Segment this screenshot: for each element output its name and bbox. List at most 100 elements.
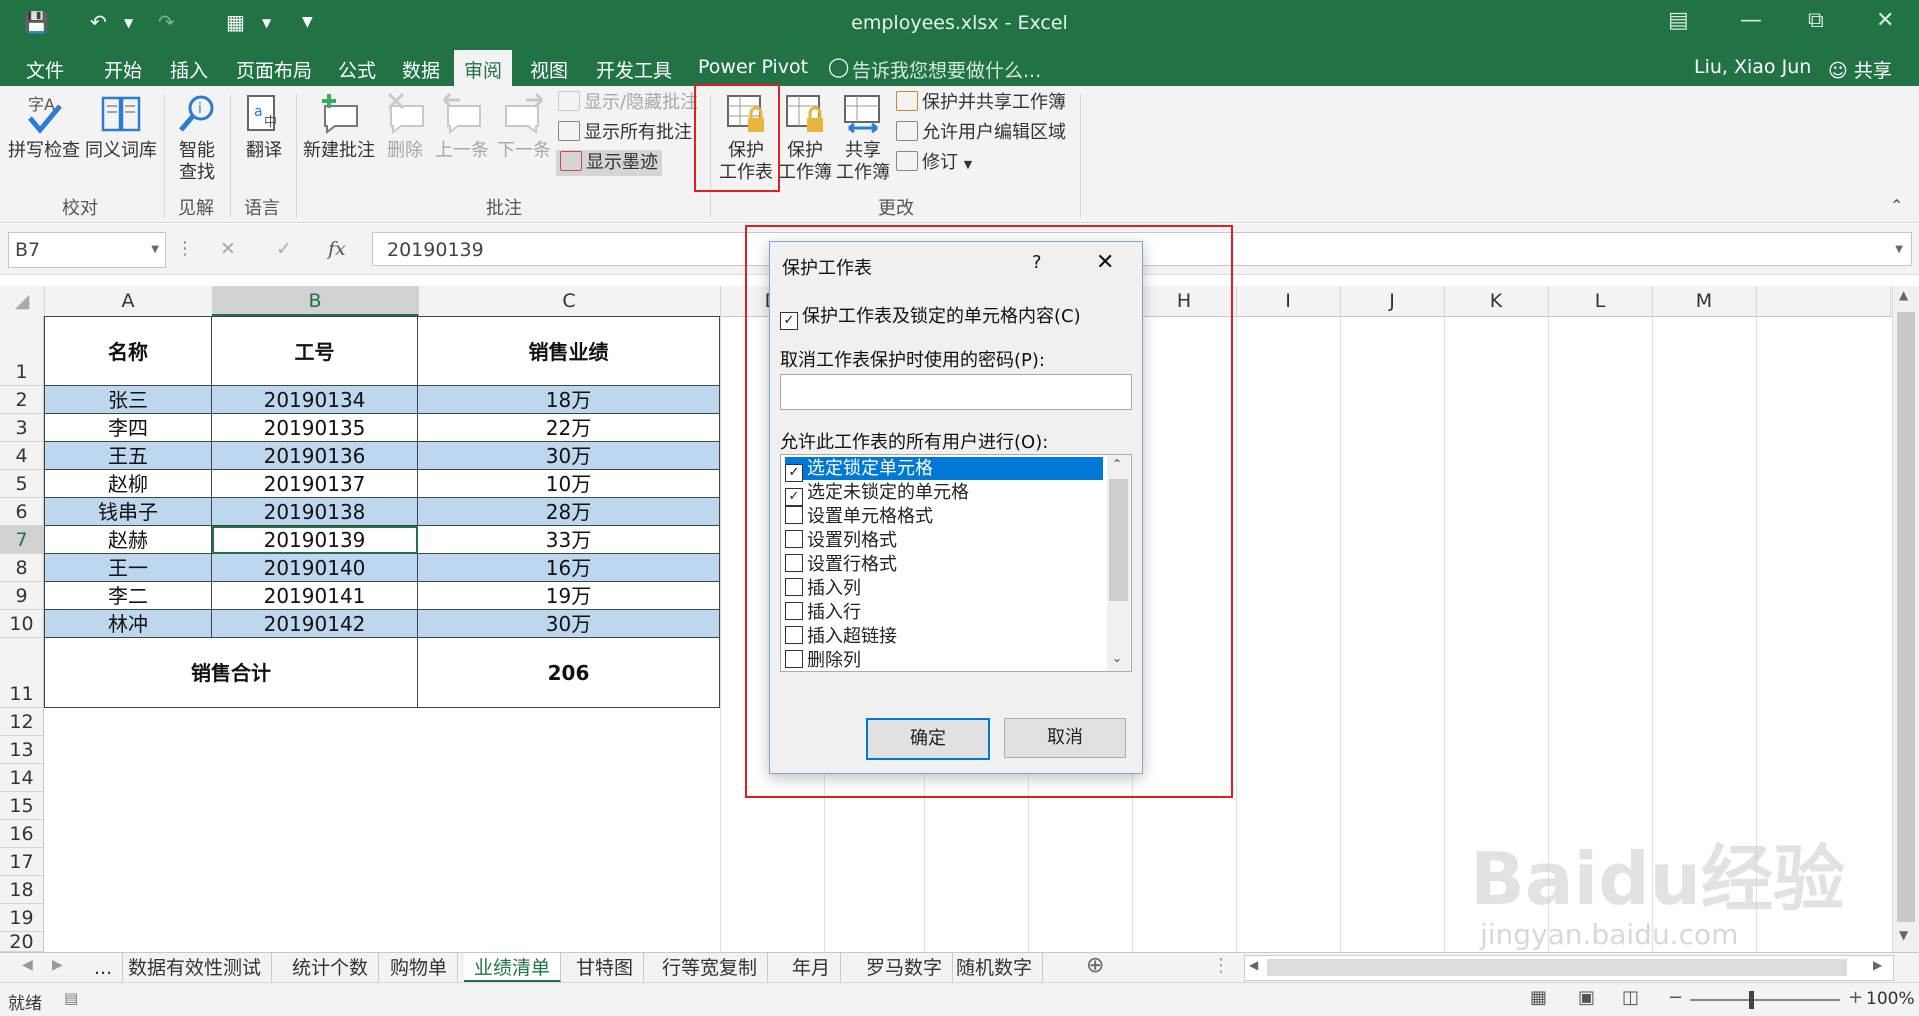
user-name[interactable]: Liu, Xiao Jun [1686,54,1819,80]
table-cell[interactable]: 16万 [418,554,720,582]
table-cell[interactable]: 赵赫 [44,526,212,554]
macro-record-icon[interactable]: ▤ [64,989,78,1007]
smart-lookup-button[interactable]: i 智能 查找 [170,92,224,184]
scroll-right-icon[interactable]: ▶ [1873,958,1882,972]
sheet-tab[interactable]: 统计个数 [282,953,380,983]
table-cell[interactable]: 钱串子 [44,498,212,526]
show-ink-button[interactable]: 显示墨迹 [556,150,662,176]
zoom-slider[interactable] [1690,999,1840,1001]
table-cell[interactable]: 赵柳 [44,470,212,498]
column-header[interactable]: A [44,286,213,316]
checkbox-icon[interactable] [785,602,803,620]
permission-option[interactable]: 插入超链接 [785,625,1103,648]
tab-power-pivot[interactable]: Power Pivot [690,54,816,80]
tab-formulas[interactable]: 公式 [330,54,384,85]
column-header[interactable]: K [1444,286,1549,316]
row-header[interactable]: 7 [0,526,44,554]
scroll-down-icon[interactable]: ▼ [1899,928,1908,942]
permission-option[interactable]: 设置列格式 [785,529,1103,552]
table-cell[interactable]: 张三 [44,386,212,414]
sheet-tab[interactable]: 甘特图 [566,953,645,983]
tab-file[interactable]: 文件 [18,54,72,85]
permission-option[interactable]: ✓ 选定锁定单元格 [785,457,1103,482]
checkbox-checked-icon[interactable]: ✓ [785,464,803,482]
scroll-left-icon[interactable]: ◀ [1249,958,1258,972]
vertical-scrollbar[interactable]: ▲ ▼ [1892,286,1919,952]
zoom-out-icon[interactable]: − [1668,987,1683,1008]
password-input[interactable] [780,374,1132,410]
row-header[interactable]: 20 [0,932,44,952]
column-header[interactable]: M [1652,286,1757,316]
scroll-thumb[interactable] [1267,959,1847,976]
checkbox-icon[interactable] [785,506,803,524]
table-cell[interactable]: 22万 [418,414,720,442]
tab-review[interactable]: 审阅 [454,50,513,88]
permission-option[interactable]: 插入列 [785,577,1103,600]
sheet-tab[interactable]: 数据有效性测试 [118,953,273,983]
table-cell[interactable]: 20190135 [212,414,418,442]
table-cell[interactable]: 30万 [418,442,720,470]
row-header[interactable]: 14 [0,764,44,792]
row-header[interactable]: 12 [0,708,44,736]
permission-option[interactable]: 设置行格式 [785,553,1103,576]
tab-view[interactable]: 视图 [522,54,576,85]
row-header[interactable]: 9 [0,582,44,610]
share-workbook-button[interactable]: 共享 工作簿 [834,92,892,184]
insert-function-icon[interactable]: fx [328,232,346,266]
total-value-cell[interactable]: 206 [418,638,720,708]
sheet-tab[interactable]: 年月 [782,953,842,983]
normal-view-icon[interactable]: ▦ [1530,987,1547,1008]
row-header[interactable]: 6 [0,498,44,526]
ok-button[interactable]: 确定 [866,718,990,760]
checkbox-icon[interactable] [785,650,803,668]
table-cell[interactable]: 19万 [418,582,720,610]
sheet-tab[interactable]: 行等宽复制 [652,953,769,983]
checkbox-icon[interactable] [785,578,803,596]
zoom-in-icon[interactable]: + [1848,987,1863,1008]
scroll-thumb[interactable] [1897,312,1915,922]
column-header[interactable]: B [212,286,419,316]
help-button[interactable]: ? [1032,252,1042,273]
table-cell[interactable]: 20190142 [212,610,418,638]
add-sheet-icon[interactable]: ⊕ [1086,953,1104,978]
permission-option[interactable]: 插入行 [785,601,1103,624]
table-cell[interactable]: 20190136 [212,442,418,470]
table-cell[interactable]: 20190138 [212,498,418,526]
table-cell[interactable]: 李四 [44,414,212,442]
header-cell[interactable]: 名称 [44,316,212,386]
permission-option[interactable]: 删除列 [785,649,1103,671]
table-cell[interactable]: 10万 [418,470,720,498]
table-cell[interactable]: 20190140 [212,554,418,582]
cancel-button[interactable]: 取消 [1004,718,1126,758]
permission-option[interactable]: ✓ 选定未锁定的单元格 [785,481,1103,506]
row-header[interactable]: 10 [0,610,44,638]
sheet-tab[interactable]: 购物单 [380,953,459,983]
sheet-tab[interactable]: 业绩清单 [464,953,562,983]
checkbox-icon[interactable] [785,554,803,572]
tab-home[interactable]: 开始 [96,54,150,85]
zoom-slider-thumb[interactable] [1749,991,1754,1009]
scroll-up-icon[interactable]: ⌃ [1112,457,1122,471]
page-layout-view-icon[interactable]: ▣ [1578,987,1595,1008]
ribbon-display-icon[interactable]: ▤ [1668,8,1689,33]
row-header[interactable]: 15 [0,792,44,820]
row-header[interactable]: 13 [0,736,44,764]
allow-edit-ranges-button[interactable]: 允许用户编辑区域 [896,120,1066,146]
table-cell[interactable]: 18万 [418,386,720,414]
minimize-icon[interactable]: — [1740,8,1762,33]
checkbox-checked-icon[interactable]: ✓ [785,488,803,506]
total-label-cell[interactable]: 销售合计 [44,638,418,708]
protect-workbook-button[interactable]: 保护 工作簿 [776,92,834,184]
table-cell[interactable]: 20190141 [212,582,418,610]
track-changes-button[interactable]: 修订 ▼ [896,150,972,176]
prev-sheet-icon[interactable]: ◀ [22,957,33,973]
table-cell[interactable]: 李二 [44,582,212,610]
row-header[interactable]: 5 [0,470,44,498]
row-header[interactable]: 4 [0,442,44,470]
checkbox-icon[interactable] [785,626,803,644]
share-button[interactable]: ☺ 共享 [1820,54,1900,85]
table-cell[interactable]: 20190137 [212,470,418,498]
close-icon[interactable]: ✕ [1876,8,1894,33]
row-header[interactable]: 8 [0,554,44,582]
protect-contents-checkbox[interactable]: ✓ 保护工作表及锁定的单元格内容(C) [780,302,1081,330]
